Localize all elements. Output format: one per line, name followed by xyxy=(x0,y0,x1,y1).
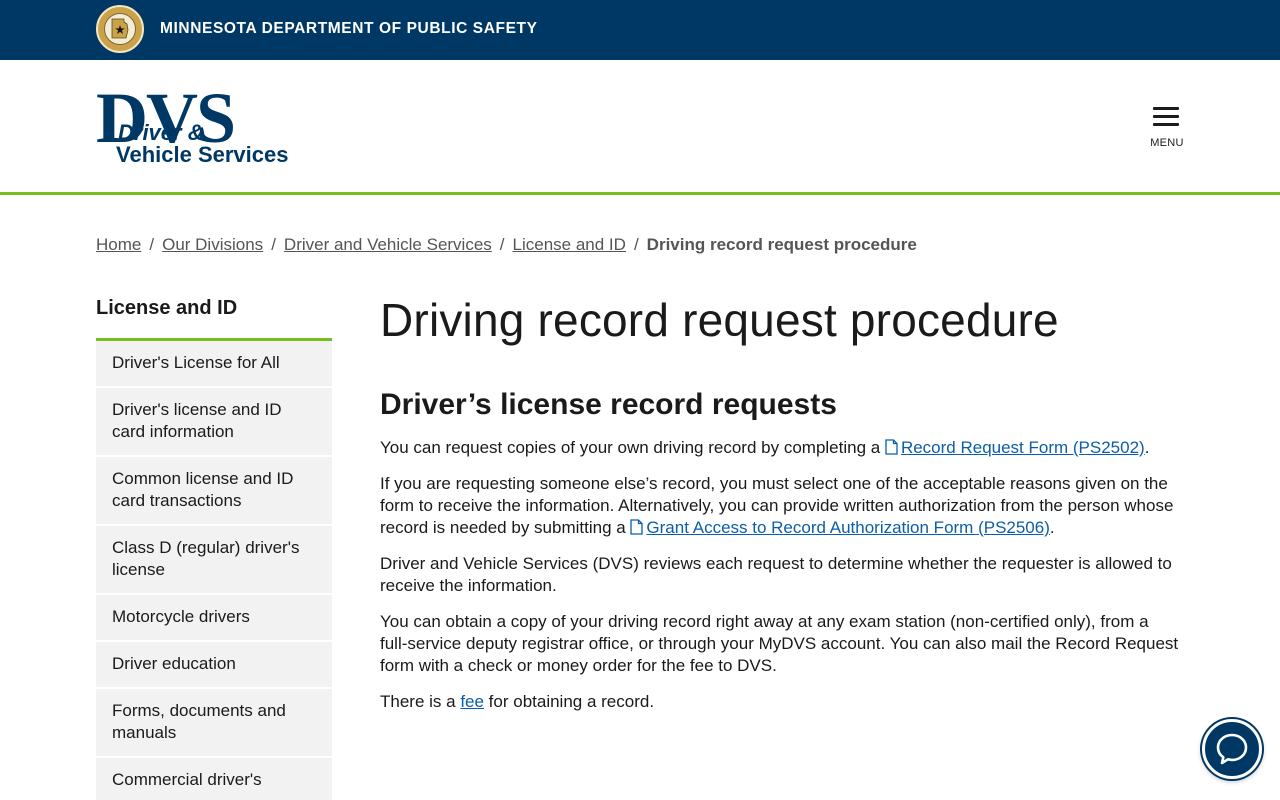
sidebar-item-driver-education[interactable]: Driver education xyxy=(96,642,332,689)
agency-topbar: MINNESOTA DEPARTMENT OF PUBLIC SAFETY xyxy=(0,0,1280,60)
menu-label: MENU xyxy=(1150,137,1184,149)
chat-bubble-icon xyxy=(1216,733,1248,765)
breadcrumb-separator: / xyxy=(149,235,155,254)
sidebar-item-forms-documents[interactable]: Forms, documents and manuals xyxy=(96,689,332,758)
paragraph-own-record: You can request copies of your own drivi… xyxy=(380,437,1150,457)
paragraph-dvs-review: Driver and Vehicle Services (DVS) review… xyxy=(380,553,1172,595)
document-icon xyxy=(885,439,898,455)
page-title: Driving record request procedure xyxy=(380,294,1059,346)
record-request-form-link[interactable]: Record Request Form (PS2502) xyxy=(885,438,1145,457)
breadcrumb-separator: / xyxy=(499,235,505,254)
menu-button[interactable]: MENU xyxy=(1144,104,1190,152)
document-icon xyxy=(630,519,644,535)
breadcrumb-dvs[interactable]: Driver and Vehicle Services xyxy=(284,235,492,254)
fee-link[interactable]: fee xyxy=(460,692,484,711)
section-sidebar: License and ID Driver's License for All … xyxy=(96,297,332,800)
chat-button[interactable] xyxy=(1202,719,1262,779)
grant-access-form-link[interactable]: Grant Access to Record Authorization For… xyxy=(630,518,1050,537)
agency-name[interactable]: MINNESOTA DEPARTMENT OF PUBLIC SAFETY xyxy=(160,20,538,38)
breadcrumb-separator: / xyxy=(271,235,276,254)
paragraph-obtain-copy: You can obtain a copy of your driving re… xyxy=(380,611,1179,675)
sidebar-item-motorcycle-drivers[interactable]: Motorcycle drivers xyxy=(96,595,332,642)
breadcrumb-current: Driving record request procedure xyxy=(646,235,917,254)
breadcrumb-home[interactable]: Home xyxy=(96,235,141,254)
breadcrumb-license-and-id[interactable]: License and ID xyxy=(513,235,626,254)
sidebar-title[interactable]: License and ID xyxy=(96,297,332,341)
sidebar-item-drivers-license-for-all[interactable]: Driver's License for All xyxy=(96,341,332,388)
main-content: Driving record request procedure Driver’… xyxy=(380,294,1180,713)
paragraph-someone-elses-record: If you are requesting someone else’s rec… xyxy=(380,473,1174,537)
logo-vehicle-services-text: Vehicle Services xyxy=(116,142,289,167)
hamburger-menu-icon xyxy=(1153,107,1179,110)
breadcrumb-separator: / xyxy=(633,235,639,254)
section-title: Driver’s license record requests xyxy=(380,387,837,421)
logo-driver-text: Driver & xyxy=(118,120,204,145)
dvs-logo[interactable]: DVS Driver & Vehicle Services xyxy=(96,82,356,168)
breadcrumb-our-divisions[interactable]: Our Divisions xyxy=(162,235,263,254)
sidebar-item-common-transactions[interactable]: Common license and ID card transactions xyxy=(96,457,332,526)
sidebar-item-commercial-drivers[interactable]: Commercial driver's xyxy=(96,758,332,800)
breadcrumb: Home / Our Divisions / Driver and Vehicle Se… xyxy=(96,235,917,255)
sidebar-item-class-d-license[interactable]: Class D (regular) driver's license xyxy=(96,526,332,595)
site-header: DVS Driver & Vehicle Services MENU xyxy=(0,60,1280,195)
paragraph-fee: There is a fee for obtaining a record. xyxy=(380,691,655,711)
sidebar-item-license-id-information[interactable]: Driver's license and ID card information xyxy=(96,388,332,457)
state-seal-icon[interactable] xyxy=(96,5,144,53)
